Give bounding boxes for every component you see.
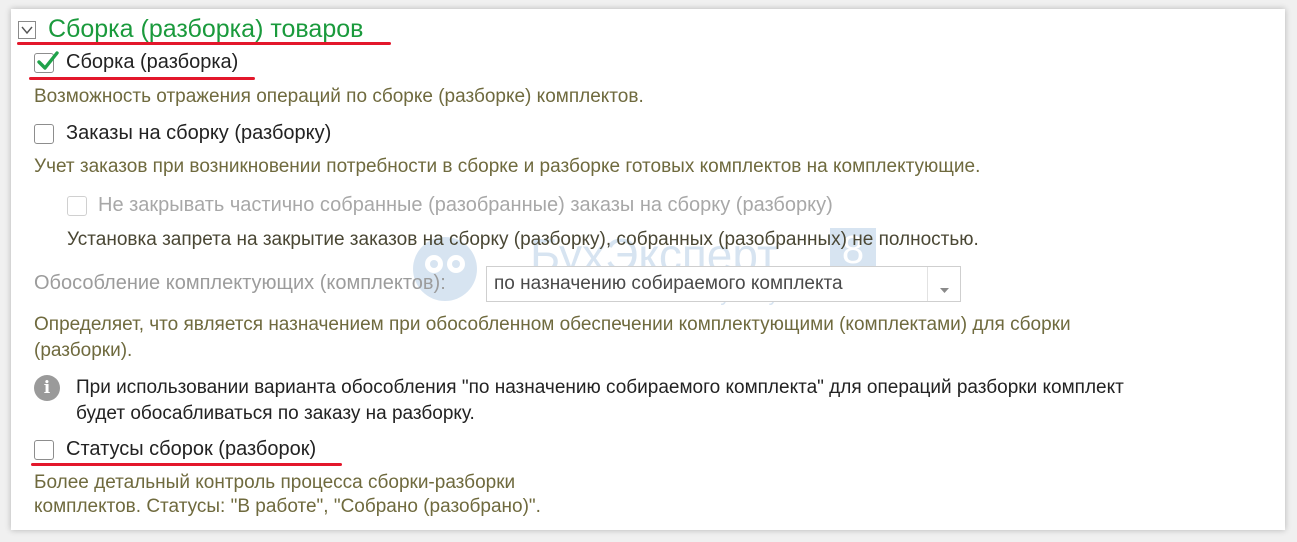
statuses-description-line2: комплектов. Статусы: "В работе", "Собран… [34,496,541,517]
assembly-description: Возможность отражения операций по сборке… [34,86,644,107]
statuses-label[interactable]: Статусы сборок (разборок) [66,438,316,461]
chevron-down-icon [21,26,33,35]
highlight-underline [31,463,342,466]
no-close-description: Установка запрета на закрытие заказов на… [67,229,979,250]
info-icon: i [34,375,60,401]
statuses-checkbox[interactable] [34,440,54,460]
separation-select[interactable]: по назначению собираемого комплекта [486,266,961,302]
section-title: Сборка (разборка) товаров [48,15,364,43]
no-close-checkbox[interactable] [67,196,87,216]
orders-label[interactable]: Заказы на сборку (разборку) [66,122,331,145]
highlight-underline [17,42,391,45]
assembly-label[interactable]: Сборка (разборка) [66,51,238,74]
checkmark-icon [37,51,59,70]
dropdown-button[interactable] [927,267,960,301]
orders-checkbox[interactable] [34,124,54,144]
separation-description-line2: (разборки). [34,340,133,361]
info-text-line2: будет обосабливаться по заказу на разбор… [76,403,475,424]
info-text-line1: При использовании варианта обособления "… [76,377,1124,398]
assembly-checkbox[interactable] [34,51,59,73]
highlight-underline [29,77,255,80]
collapse-toggle[interactable] [18,21,36,39]
separation-label: Обособление комплектующих (комплектов): [34,272,446,294]
separation-value: по назначению собираемого комплекта [494,273,843,294]
orders-description: Учет заказов при возникновении потребнос… [34,156,981,177]
statuses-description-line1: Более детальный контроль процесса сборки… [34,472,516,493]
no-close-label: Не закрывать частично собранные (разобра… [98,194,833,216]
separation-description-line1: Определяет, что является назначением при… [34,314,1071,335]
dropdown-arrow-icon [940,281,949,299]
